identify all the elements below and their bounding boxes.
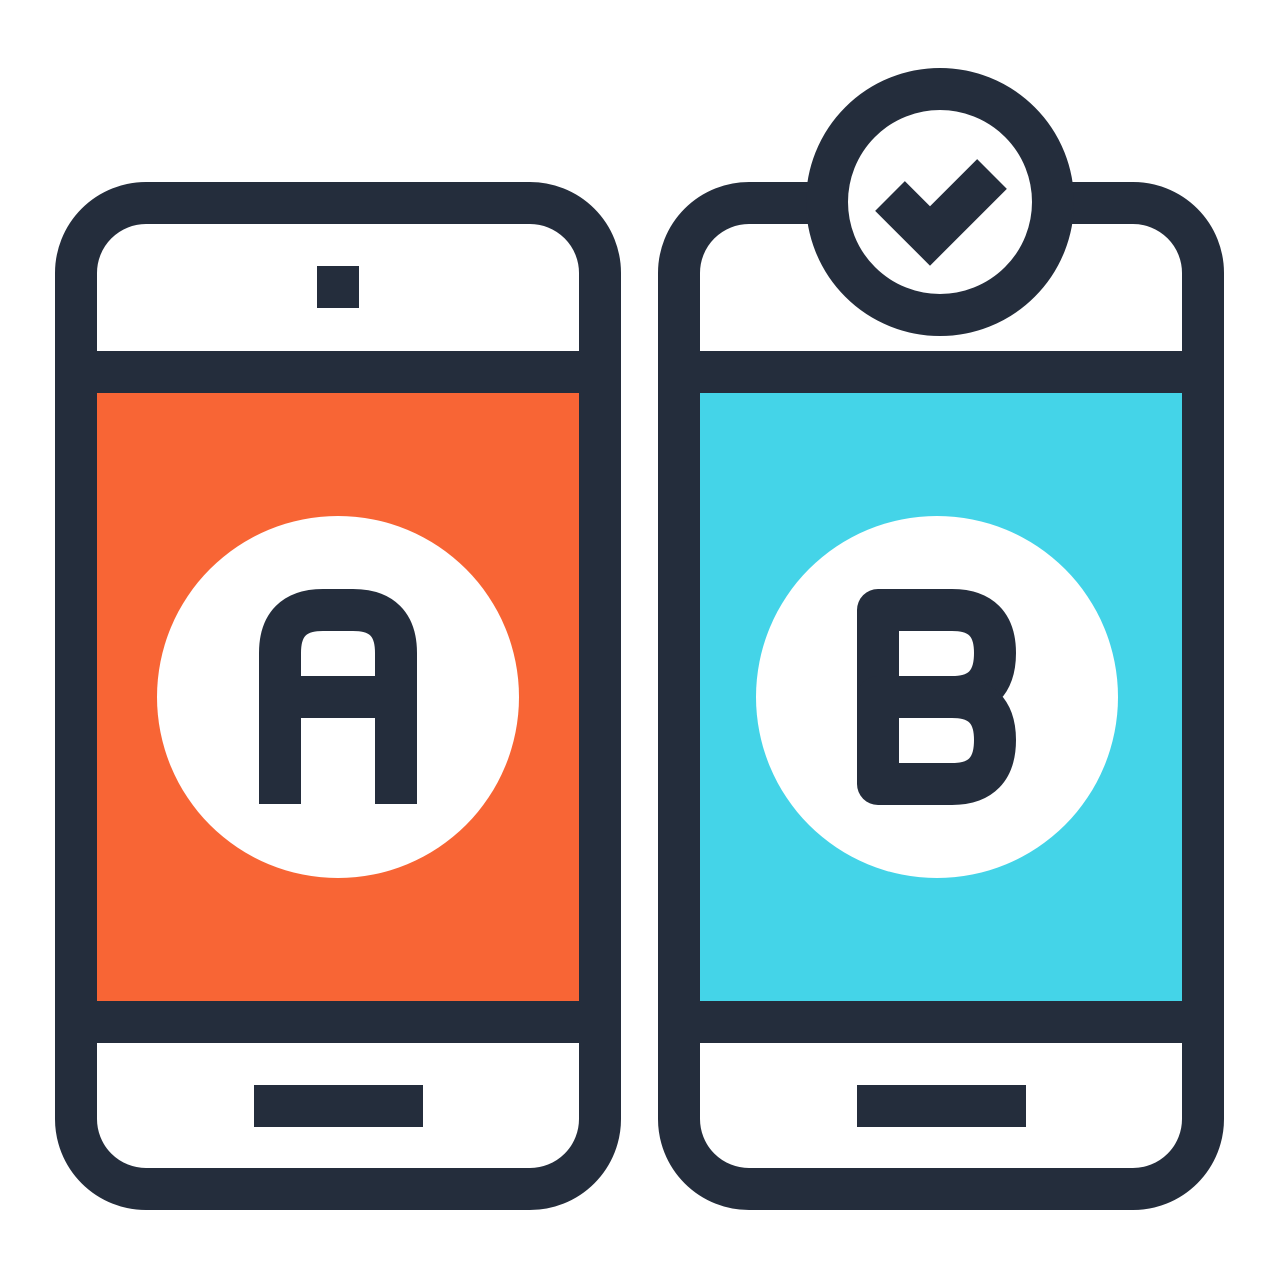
phone-b-bottom-divider (700, 1001, 1183, 1043)
phone-a-bottom-divider (97, 1001, 580, 1043)
phone-a-top-divider (97, 351, 580, 393)
camera-slot (317, 266, 359, 308)
home-bar (254, 1085, 423, 1127)
phone-b-top-divider (700, 351, 1183, 393)
phone-variant-a (55, 182, 621, 1210)
ab-testing-illustration (55, 68, 1224, 1210)
phone-variant-b[interactable] (658, 68, 1224, 1210)
selected-check-badge (806, 68, 1074, 336)
home-bar (857, 1085, 1026, 1127)
